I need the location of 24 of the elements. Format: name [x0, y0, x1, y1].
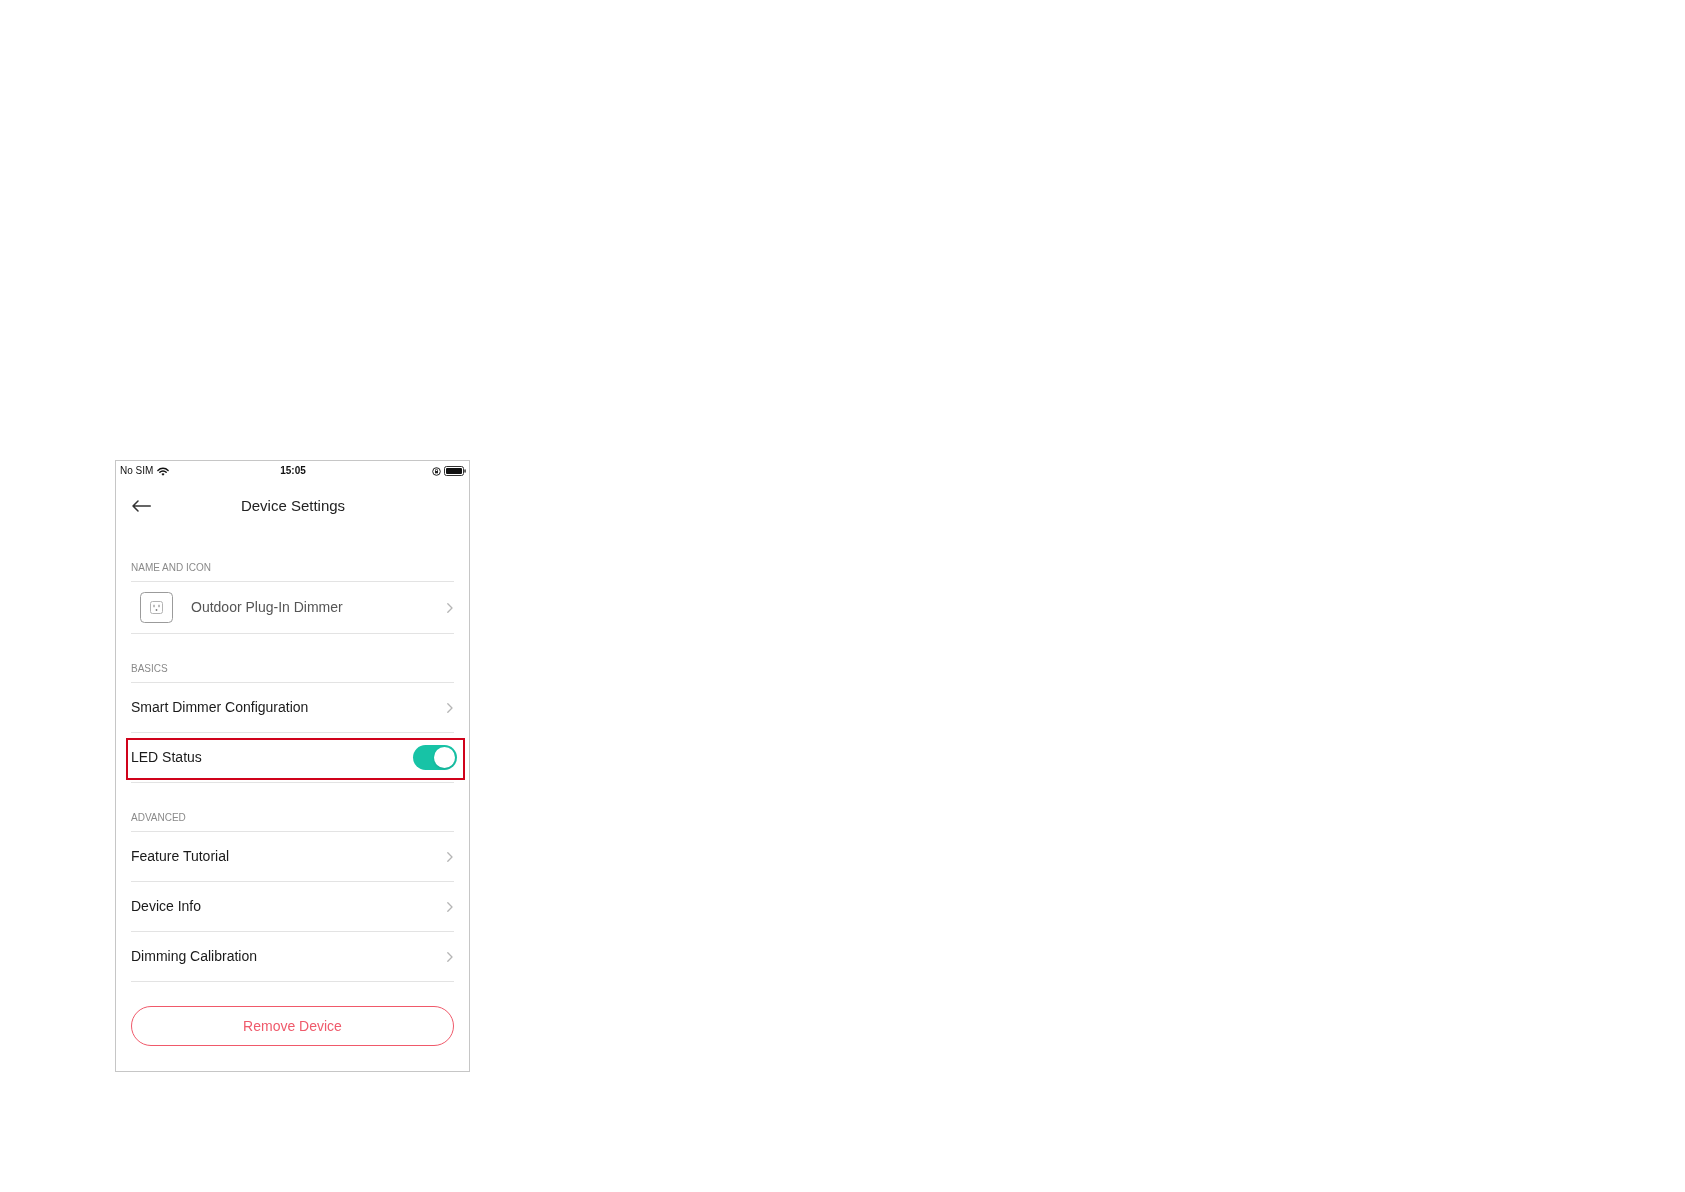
settings-row[interactable]: Device Info: [131, 882, 454, 931]
chevron-right-icon: [447, 901, 453, 912]
chevron-right-icon: [447, 702, 453, 713]
settings-row[interactable]: Dimming Calibration: [131, 932, 454, 981]
row-label: LED Status: [131, 749, 203, 766]
device-name-row[interactable]: Outdoor Plug-In Dimmer: [131, 582, 454, 633]
wifi-icon: [157, 466, 170, 476]
section-heading: NAME AND ICON: [131, 562, 211, 574]
outlet-icon: [140, 592, 173, 623]
chevron-right-icon: [447, 951, 453, 962]
chevron-right-icon: [447, 602, 453, 613]
clock-time: 15:05: [280, 465, 306, 477]
battery-icon: [444, 466, 466, 476]
arrow-left-icon: [132, 500, 151, 512]
rotation-lock-icon: [432, 466, 441, 476]
section-heading: ADVANCED: [131, 812, 186, 824]
back-button[interactable]: [132, 500, 151, 512]
settings-row[interactable]: Feature Tutorial: [131, 832, 454, 881]
settings-row[interactable]: Smart Dimmer Configuration: [131, 683, 454, 732]
carrier-label: No SIM: [120, 465, 154, 477]
toggle-switch[interactable]: [413, 745, 457, 770]
page-title: Device Settings: [240, 497, 346, 515]
chevron-right-icon: [447, 851, 453, 862]
section-heading: BASICS: [131, 663, 168, 675]
